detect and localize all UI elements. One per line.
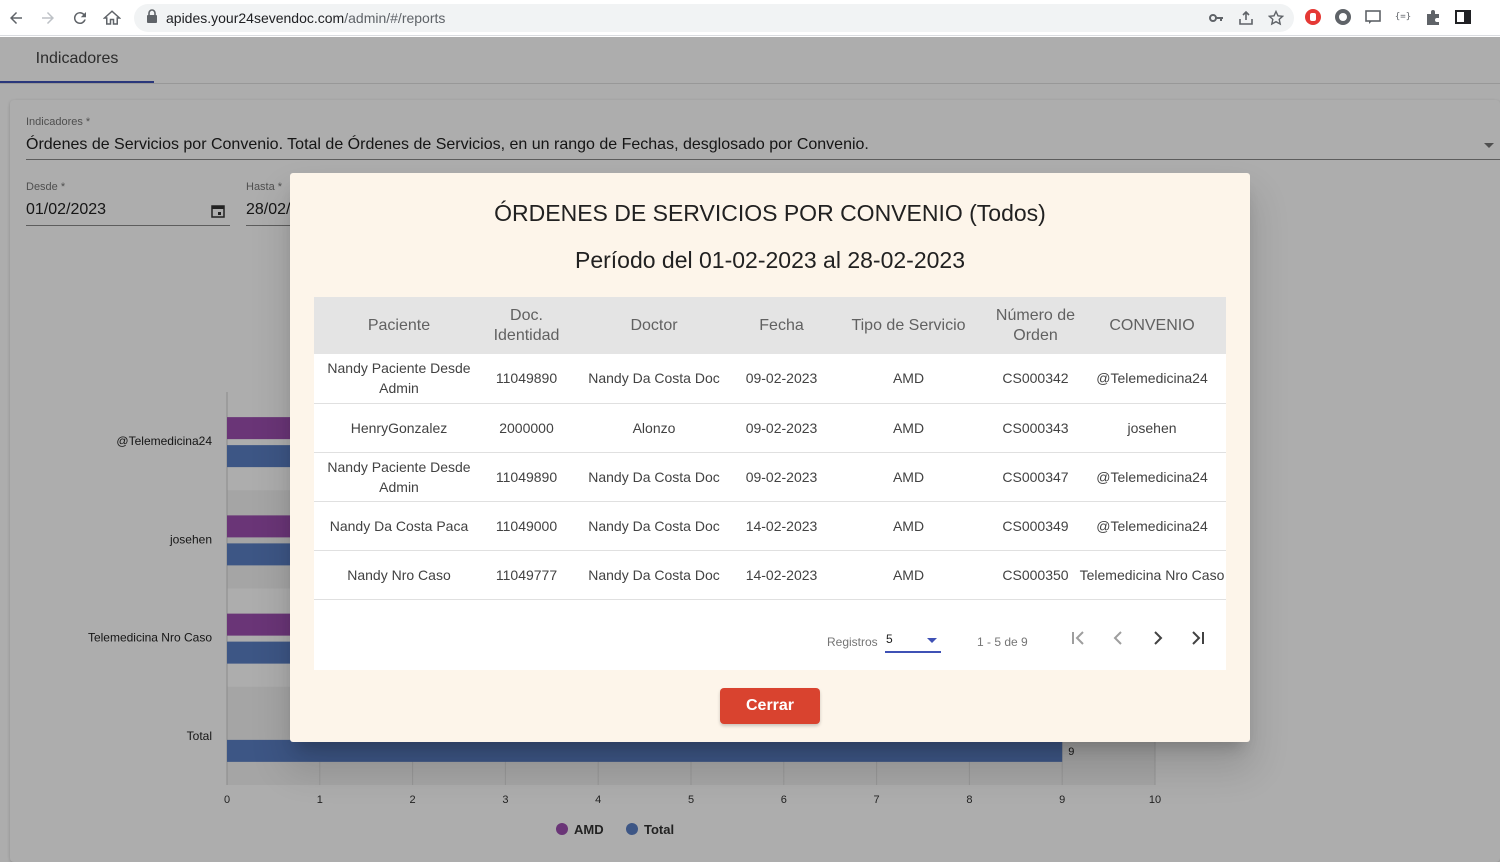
last-page-icon (1188, 628, 1208, 653)
browser-toolbar: apides.your24sevendoc.com/admin/#/report… (0, 0, 1500, 36)
page-size-select[interactable]: 5 (885, 629, 941, 653)
cell-convenio: josehen (1078, 403, 1226, 453)
cell-doctor: Nandy Da Costa Doc (569, 550, 739, 600)
chevron-right-icon (1148, 628, 1168, 653)
table-row[interactable]: Nandy Nro Caso 11049777 Nandy Da Costa Doc… (314, 550, 1226, 600)
close-button[interactable]: Cerrar (720, 688, 820, 724)
cell-doc-identidad: 11049777 (484, 550, 569, 600)
column-header-fecha[interactable]: Fecha (739, 297, 824, 354)
cell-doc-identidad: 11049000 (484, 501, 569, 551)
cell-doctor: Nandy Da Costa Doc (569, 501, 739, 551)
cell-fecha: 14-02-2023 (739, 501, 824, 551)
cell-tipo-servicio: AMD (824, 501, 993, 551)
back-icon[interactable] (0, 2, 32, 34)
cell-convenio: @Telemedicina24 (1078, 452, 1226, 502)
adblock-extension-icon[interactable] (1304, 8, 1322, 26)
cell-doc-identidad: 11049890 (484, 452, 569, 502)
page-size-value: 5 (886, 632, 893, 646)
orders-table: Paciente Doc. Identidad Doctor Fecha Tip… (314, 297, 1226, 600)
cell-convenio: Telemedicina Nro Caso (1078, 550, 1226, 600)
cell-doctor: Nandy Da Costa Doc (569, 354, 739, 404)
side-panel-icon[interactable] (1454, 8, 1472, 26)
table-row[interactable]: Nandy Paciente Desde Admin 11049890 Nandy … (314, 452, 1226, 502)
column-header-convenio[interactable]: CONVENIO (1078, 297, 1226, 354)
chevron-left-icon (1108, 628, 1128, 653)
reload-icon[interactable] (64, 2, 96, 34)
cell-paciente: Nandy Paciente Desde Admin (314, 452, 484, 502)
cell-fecha: 09-02-2023 (739, 403, 824, 453)
first-page-button[interactable] (1065, 627, 1091, 653)
cell-convenio: @Telemedicina24 (1078, 354, 1226, 404)
cell-numero-orden: CS000347 (993, 452, 1078, 502)
dialog-title: ÓRDENES DE SERVICIOS POR CONVENIO (Todos… (494, 200, 1046, 226)
column-header-doctor[interactable]: Doctor (569, 297, 739, 354)
paginator: Registros 5 1 - 5 de 9 (314, 601, 1226, 670)
report-dialog: ÓRDENES DE SERVICIOS POR CONVENIO (Todos… (290, 173, 1250, 742)
cell-tipo-servicio: AMD (824, 354, 993, 404)
cell-paciente: Nandy Nro Caso (314, 550, 484, 600)
page-range-label: 1 - 5 de 9 (977, 635, 1028, 649)
extensions-puzzle-icon[interactable] (1424, 8, 1442, 26)
cell-doc-identidad: 11049890 (484, 354, 569, 404)
cell-paciente: Nandy Da Costa Paca (314, 501, 484, 551)
forward-icon[interactable] (32, 2, 64, 34)
orders-table-container: Paciente Doc. Identidad Doctor Fecha Tip… (314, 297, 1226, 670)
dialog-subtitle: Período del 01-02-2023 al 28-02-2023 (574, 247, 965, 273)
json-extension-icon[interactable]: {=} (1394, 8, 1412, 26)
column-header-numero-orden[interactable]: Número de Orden (993, 297, 1078, 354)
cell-numero-orden: CS000349 (993, 501, 1078, 551)
chat-extension-icon[interactable] (1364, 8, 1382, 26)
url-host: apides.your24sevendoc.com (166, 10, 345, 26)
page-size-label: Registros (827, 635, 878, 649)
column-header-tipo-servicio[interactable]: Tipo de Servicio (824, 297, 993, 354)
extension-circle-icon[interactable] (1334, 8, 1352, 26)
cell-tipo-servicio: AMD (824, 452, 993, 502)
lock-icon (146, 8, 158, 28)
star-icon[interactable] (1267, 9, 1285, 31)
cell-doctor: Alonzo (569, 403, 739, 453)
home-icon[interactable] (96, 2, 128, 34)
last-page-button[interactable] (1185, 627, 1211, 653)
share-icon[interactable] (1238, 10, 1254, 31)
cell-numero-orden: CS000342 (993, 354, 1078, 404)
table-body: Nandy Paciente Desde Admin 11049890 Nandy … (314, 354, 1226, 600)
column-header-paciente[interactable]: Paciente (314, 297, 484, 354)
cell-fecha: 09-02-2023 (739, 354, 824, 404)
cell-paciente: Nandy Paciente Desde Admin (314, 354, 484, 404)
url-path: /admin/#/reports (344, 10, 446, 26)
chevron-down-icon (927, 638, 937, 643)
column-header-doc-identidad[interactable]: Doc. Identidad (484, 297, 569, 354)
url-text: apides.your24sevendoc.com/admin/#/report… (166, 10, 445, 26)
next-page-button[interactable] (1145, 627, 1171, 653)
cell-fecha: 14-02-2023 (739, 550, 824, 600)
cell-numero-orden: CS000350 (993, 550, 1078, 600)
cell-tipo-servicio: AMD (824, 550, 993, 600)
table-row[interactable]: Nandy Paciente Desde Admin 11049890 Nandy … (314, 354, 1226, 404)
cell-tipo-servicio: AMD (824, 403, 993, 453)
cell-numero-orden: CS000343 (993, 403, 1078, 453)
table-row[interactable]: HenryGonzalez 2000000 Alonzo 09-02-2023 AMD C… (314, 403, 1226, 453)
address-bar[interactable]: apides.your24sevendoc.com/admin/#/report… (134, 4, 1294, 32)
cell-fecha: 09-02-2023 (739, 452, 824, 502)
cell-convenio: @Telemedicina24 (1078, 501, 1226, 551)
table-header-row: Paciente Doc. Identidad Doctor Fecha Tip… (314, 297, 1226, 354)
table-row[interactable]: Nandy Da Costa Paca 11049000 Nandy Da Cost… (314, 501, 1226, 551)
key-icon[interactable] (1208, 10, 1224, 31)
cell-doctor: Nandy Da Costa Doc (569, 452, 739, 502)
cell-paciente: HenryGonzalez (314, 403, 484, 453)
cell-doc-identidad: 2000000 (484, 403, 569, 453)
first-page-icon (1068, 628, 1088, 653)
previous-page-button[interactable] (1105, 627, 1131, 653)
